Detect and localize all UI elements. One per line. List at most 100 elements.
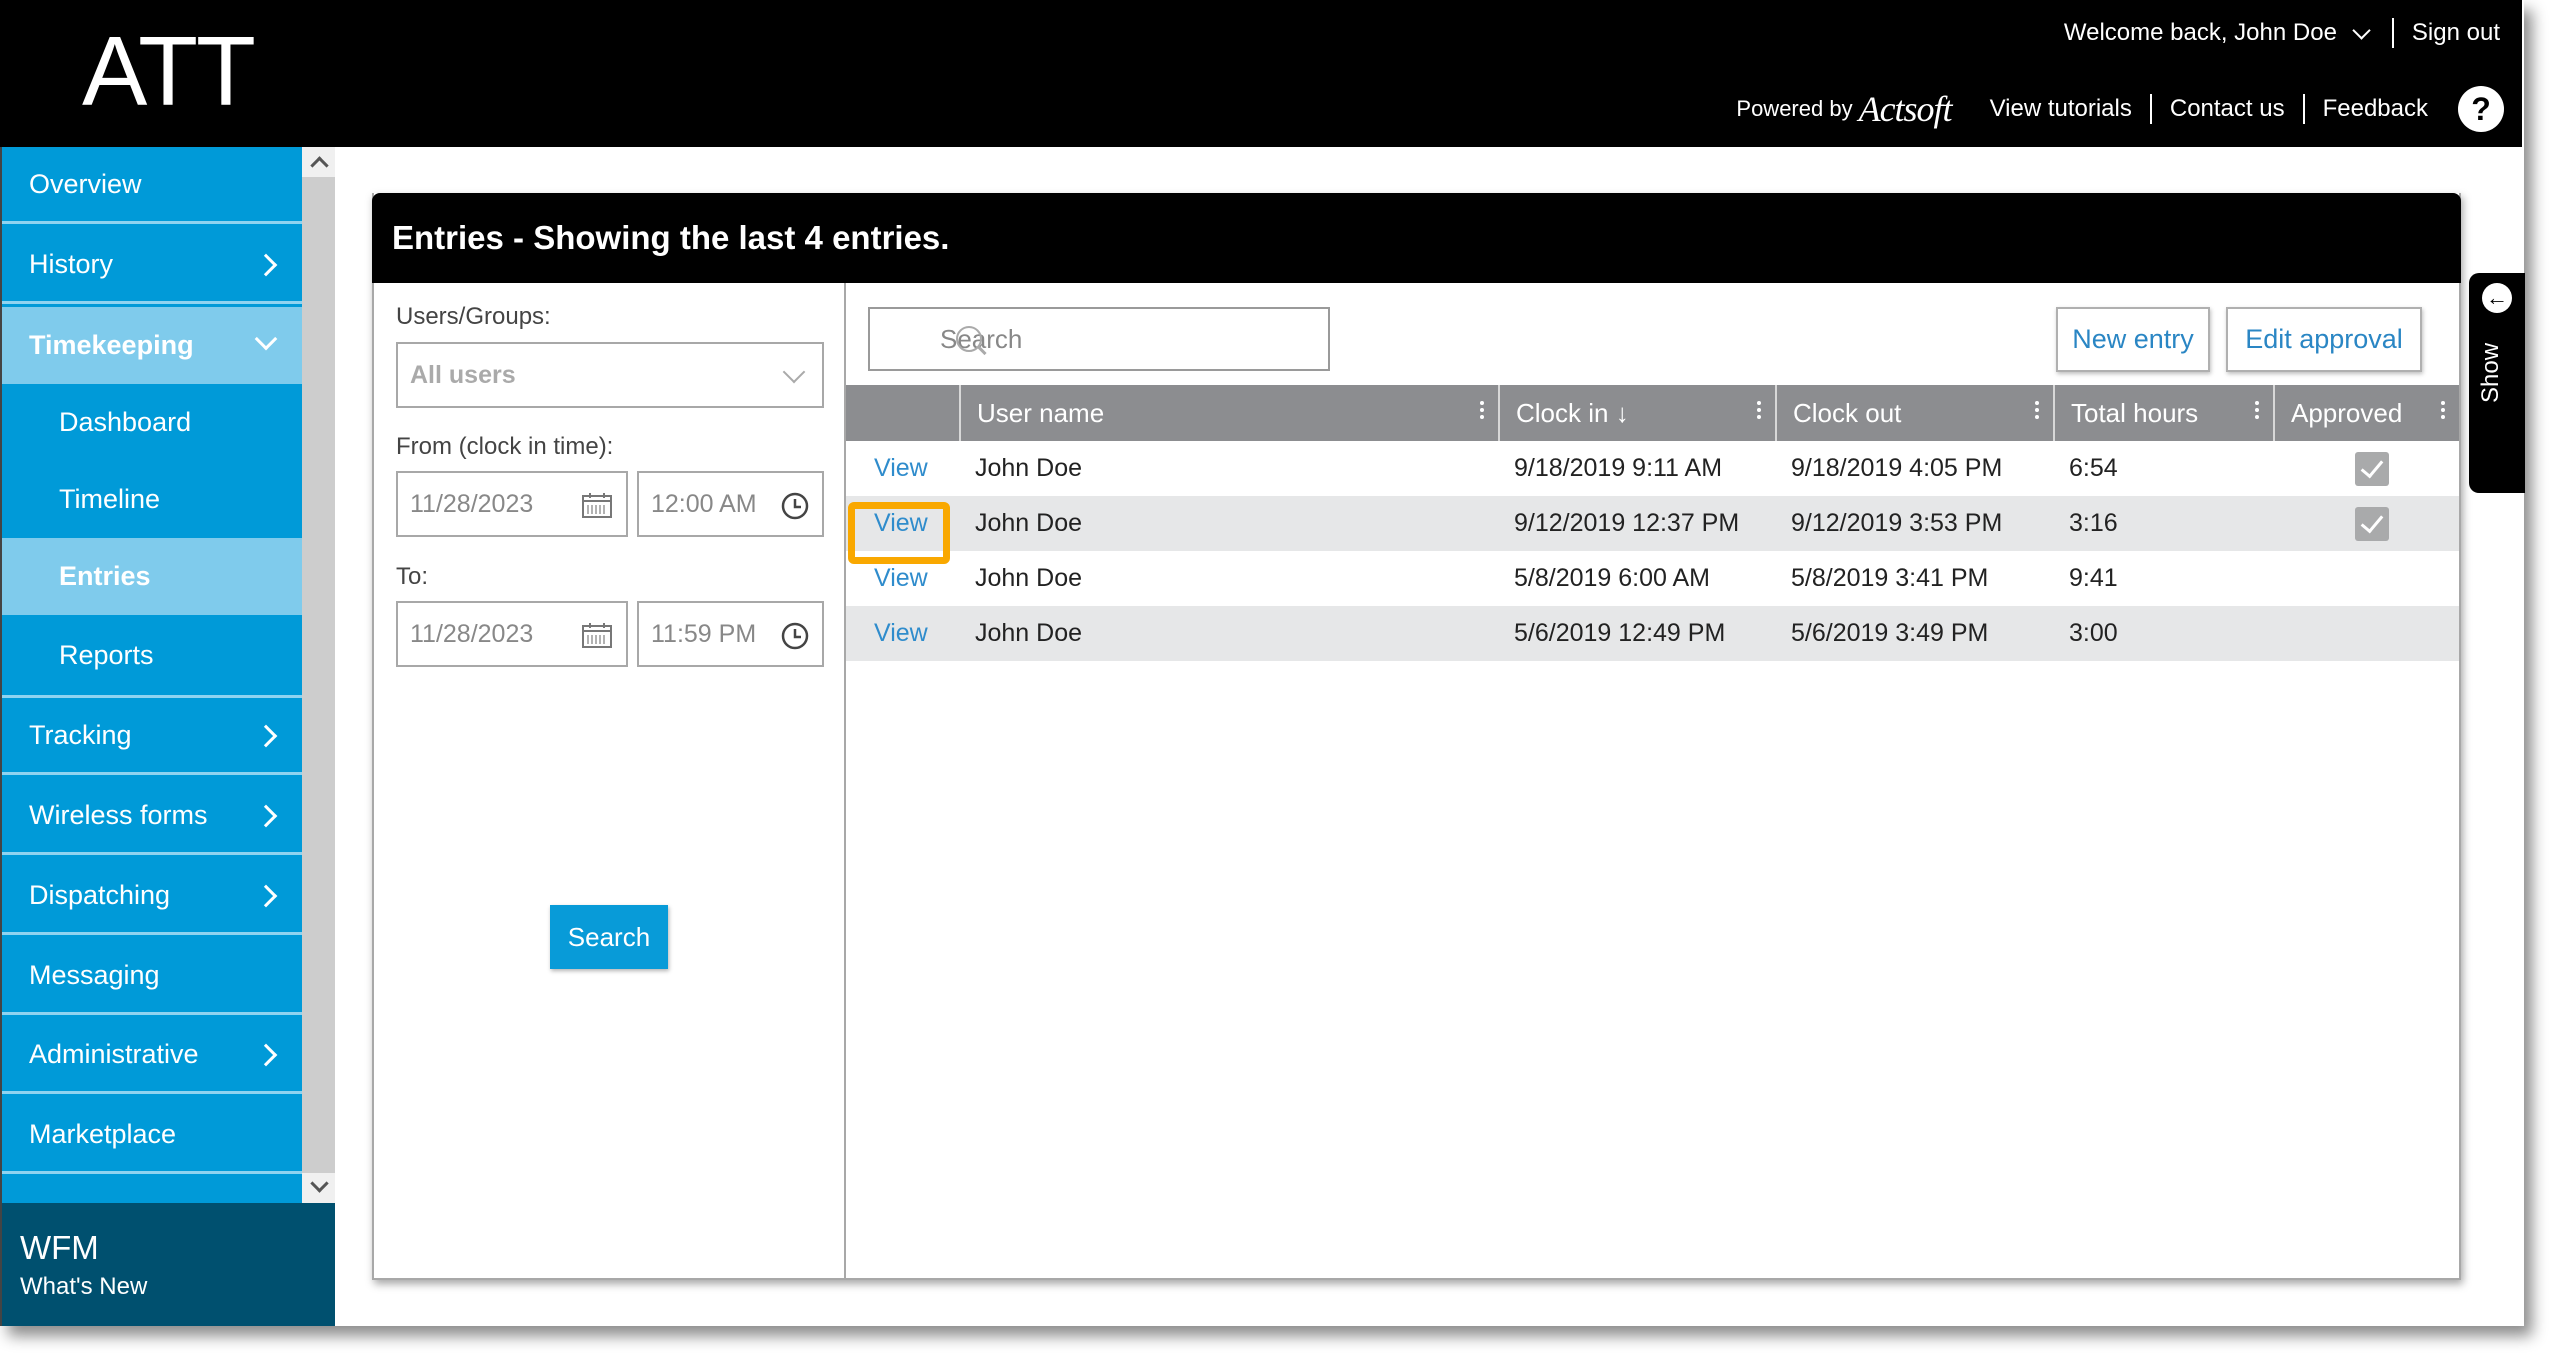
new-entry-button[interactable]: New entry: [2056, 307, 2210, 372]
users-groups-select[interactable]: All users: [396, 342, 824, 408]
sidebar-item-label: Wireless forms: [29, 799, 208, 830]
sidebar-item-wireless-forms[interactable]: Wireless forms: [2, 778, 302, 855]
from-time-input[interactable]: 12:00 AM: [637, 471, 824, 537]
from-time-value: 12:00 AM: [651, 489, 757, 518]
user-name-cell: John Doe: [975, 619, 1083, 647]
search-icon: [956, 326, 982, 352]
table-row[interactable]: View John Doe 9/12/2019 12:37 PM 9/12/20…: [846, 496, 2459, 564]
chevron-down-icon: [254, 327, 278, 351]
contact-us-link[interactable]: Contact us: [2170, 95, 2285, 123]
feedback-link[interactable]: Feedback: [2323, 95, 2428, 123]
to-date-value: 11/28/2023: [410, 619, 534, 648]
help-links: Powered by Actsoft View tutorials Contac…: [1736, 86, 2504, 132]
arrow-left-icon: ←: [2482, 283, 2512, 313]
sidebar-item-timekeeping[interactable]: Timekeeping: [2, 307, 302, 384]
chevron-down-icon[interactable]: [2352, 20, 2371, 40]
approved-checkbox[interactable]: [2355, 452, 2389, 486]
clock-icon[interactable]: [780, 491, 810, 521]
column-menu-icon[interactable]: [1757, 401, 1761, 425]
table-row[interactable]: View John Doe 5/6/2019 12:49 PM 5/6/2019…: [846, 606, 2459, 661]
filter-column: Users/Groups: All users From (clock in t…: [374, 283, 846, 1278]
approved-checkbox[interactable]: [2355, 507, 2389, 541]
help-icon[interactable]: ?: [2458, 86, 2504, 132]
scroll-up-button[interactable]: [302, 147, 335, 177]
sidebar-item-label: Timekeeping: [29, 330, 194, 360]
column-label: User name: [977, 397, 1105, 428]
user-name-cell: John Doe: [975, 509, 1083, 537]
powered-by-label: Powered by: [1736, 96, 1853, 121]
sidebar-item-timeline[interactable]: Timeline: [2, 461, 302, 538]
sign-out-link[interactable]: Sign out: [2412, 19, 2500, 47]
sidebar-item-label: Entries: [59, 561, 151, 591]
column-menu-icon[interactable]: [2035, 401, 2039, 425]
sidebar-item-history[interactable]: History: [2, 227, 302, 304]
column-header-clock-in[interactable]: Clock in ↓: [1498, 385, 1775, 441]
sidebar-item-entries[interactable]: Entries: [2, 538, 302, 615]
show-panel-tab[interactable]: ← Show: [2469, 273, 2525, 493]
view-link[interactable]: View: [874, 606, 928, 661]
welcome-user-menu[interactable]: Welcome back, John Doe: [2064, 19, 2337, 47]
from-date-value: 11/28/2023: [410, 489, 534, 518]
to-time-input[interactable]: 11:59 PM: [637, 601, 824, 667]
page-title: Entries - Showing the last 4 entries.: [372, 193, 2461, 283]
column-label: Clock out: [1793, 397, 1902, 428]
column-label: Clock in ↓: [1516, 397, 1629, 428]
divider: [2302, 94, 2305, 124]
user-name-cell: John Doe: [975, 454, 1083, 482]
users-groups-label: Users/Groups:: [396, 303, 551, 330]
sidebar-item-overview[interactable]: Overview: [2, 147, 302, 224]
sidebar-item-marketplace[interactable]: Marketplace: [2, 1097, 302, 1174]
view-link[interactable]: View: [874, 496, 928, 551]
column-header-user-name[interactable]: User name: [959, 385, 1498, 441]
calendar-icon[interactable]: [582, 492, 612, 518]
total-hours-cell: 3:16: [2069, 509, 2118, 537]
sidebar-item-label: Dispatching: [29, 879, 171, 910]
view-link[interactable]: View: [874, 551, 928, 606]
top-header: ATT Welcome back, John Doe Sign out Powe…: [0, 0, 2522, 147]
chevron-up-icon: [310, 156, 329, 175]
clock-out-cell: 9/12/2019 3:53 PM: [1791, 509, 2003, 537]
column-menu-icon[interactable]: [1480, 401, 1484, 425]
column-header-total-hours[interactable]: Total hours: [2053, 385, 2273, 441]
column-menu-icon[interactable]: [2441, 401, 2445, 425]
show-label: Show: [2477, 342, 2504, 404]
whats-new-panel[interactable]: WFM What's New: [2, 1203, 335, 1326]
to-date-input[interactable]: 11/28/2023: [396, 601, 628, 667]
user-links: Welcome back, John Doe Sign out: [2064, 18, 2500, 48]
column-menu-icon[interactable]: [2255, 401, 2259, 425]
calendar-icon[interactable]: [582, 622, 612, 648]
clock-icon[interactable]: [780, 621, 810, 651]
table-row[interactable]: View John Doe 9/18/2019 9:11 AM 9/18/201…: [846, 441, 2459, 496]
view-link[interactable]: View: [874, 441, 928, 496]
sidebar-item-dispatching[interactable]: Dispatching: [2, 858, 302, 935]
column-label: Approved: [2291, 397, 2403, 428]
chevron-down-icon: [310, 1174, 329, 1193]
sidebar-item-messaging[interactable]: Messaging: [2, 938, 302, 1015]
chevron-right-icon: [254, 1043, 278, 1067]
column-header-approved[interactable]: Approved: [2273, 385, 2459, 441]
scroll-down-button[interactable]: [302, 1173, 335, 1203]
sidebar-item-label: History: [29, 248, 114, 279]
to-label: To:: [396, 563, 429, 590]
chevron-right-icon: [254, 804, 278, 828]
column-header-clock-out[interactable]: Clock out: [1775, 385, 2053, 441]
search-input[interactable]: Search: [868, 307, 1330, 371]
sidebar-item-tracking[interactable]: Tracking: [2, 698, 302, 775]
sidebar-scrollbar[interactable]: [302, 147, 335, 1203]
view-tutorials-link[interactable]: View tutorials: [1990, 95, 2132, 123]
users-groups-value: All users: [410, 360, 516, 389]
chevron-right-icon: [254, 884, 278, 908]
sidebar-item-administrative[interactable]: Administrative: [2, 1017, 302, 1094]
sidebar-item-label: Reports: [59, 639, 154, 670]
sidebar-item-reports[interactable]: Reports: [2, 615, 302, 698]
sidebar-item-label: Marketplace: [29, 1118, 177, 1149]
chevron-right-icon: [254, 253, 278, 277]
filter-search-button[interactable]: Search: [550, 905, 668, 969]
edit-approval-button[interactable]: Edit approval: [2226, 307, 2422, 372]
clock-in-cell: 5/8/2019 6:00 AM: [1514, 564, 1710, 592]
table-row[interactable]: View John Doe 5/8/2019 6:00 AM 5/8/2019 …: [846, 551, 2459, 606]
whats-new-link[interactable]: What's New: [20, 1273, 147, 1301]
sidebar-item-dashboard[interactable]: Dashboard: [2, 384, 302, 461]
from-date-input[interactable]: 11/28/2023: [396, 471, 628, 537]
sidebar-item-label: Overview: [29, 168, 142, 199]
